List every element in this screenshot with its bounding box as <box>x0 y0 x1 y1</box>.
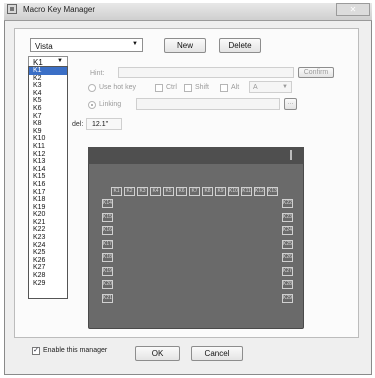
key-list-item[interactable]: K7 <box>29 113 67 121</box>
device-illustration <box>88 147 304 329</box>
ok-button[interactable]: OK <box>135 346 180 361</box>
use-hotkey-radio[interactable] <box>88 84 96 92</box>
window-title: Macro Key Manager <box>23 5 96 14</box>
device-key[interactable]: K25 <box>282 239 293 249</box>
app-icon <box>7 4 17 14</box>
key-list-item[interactable]: K3 <box>29 82 67 90</box>
device-key[interactable]: K2 <box>124 187 135 196</box>
profile-select-value: Vista <box>35 42 53 51</box>
device-key[interactable]: K19 <box>102 266 113 276</box>
key-list-item[interactable]: K27 <box>29 264 67 272</box>
device-key[interactable]: K20 <box>102 280 113 289</box>
chevron-down-icon: ▼ <box>57 58 63 64</box>
key-list-item[interactable]: K14 <box>29 166 67 174</box>
use-hotkey-label: Use hot key <box>99 84 136 91</box>
key-list-item[interactable]: K16 <box>29 181 67 189</box>
device-key[interactable]: K24 <box>282 226 293 235</box>
device-key[interactable]: K14 <box>102 199 113 208</box>
delete-button[interactable]: Delete <box>219 38 261 53</box>
shift-checkbox[interactable] <box>184 84 192 92</box>
key-list-item[interactable]: K20 <box>29 211 67 219</box>
key-list-item[interactable]: K21 <box>29 219 67 227</box>
key-list-item[interactable]: K15 <box>29 173 67 181</box>
key-list-item[interactable]: K29 <box>29 280 67 288</box>
new-button[interactable]: New <box>164 38 206 53</box>
key-list-item[interactable]: K22 <box>29 226 67 234</box>
profile-select[interactable]: Vista ▼ <box>30 38 143 52</box>
device-key[interactable]: K10 <box>228 187 239 196</box>
close-button[interactable]: ✕ <box>336 3 370 16</box>
device-key[interactable]: K11 <box>241 187 252 196</box>
key-list-item[interactable]: K11 <box>29 143 67 151</box>
device-top-bar <box>88 147 304 164</box>
key-list-item[interactable]: K26 <box>29 257 67 265</box>
linking-input[interactable] <box>136 98 280 110</box>
key-list-item[interactable]: K10 <box>29 135 67 143</box>
hotkey-key-select[interactable]: A ▼ <box>249 81 292 93</box>
hint-input[interactable] <box>118 67 294 78</box>
alt-checkbox[interactable] <box>220 84 228 92</box>
browse-button[interactable]: ... <box>284 98 297 110</box>
key-list-item[interactable]: K9 <box>29 128 67 136</box>
linking-label: Linking <box>99 101 122 108</box>
device-key[interactable]: K5 <box>163 187 174 196</box>
linking-radio[interactable] <box>88 101 96 109</box>
key-list-item[interactable]: K2 <box>29 75 67 83</box>
cancel-button[interactable]: Cancel <box>191 346 243 361</box>
shift-label: Shift <box>195 84 210 91</box>
key-list-item[interactable]: K4 <box>29 90 67 98</box>
key-list-item[interactable]: K24 <box>29 242 67 250</box>
device-key[interactable]: K21 <box>102 293 113 303</box>
device-key[interactable]: K17 <box>102 239 113 249</box>
device-key[interactable]: K18 <box>102 253 113 262</box>
key-list-item[interactable]: K8 <box>29 120 67 128</box>
device-key[interactable]: K12 <box>254 187 265 196</box>
key-list-item[interactable]: K25 <box>29 249 67 257</box>
device-key[interactable]: K27 <box>282 266 293 276</box>
key-list-item[interactable]: K23 <box>29 234 67 242</box>
enable-manager-label: Enable this manager <box>43 347 108 354</box>
key-list-item[interactable]: K6 <box>29 105 67 113</box>
key-list-item[interactable]: K17 <box>29 189 67 197</box>
key-list-item[interactable]: K13 <box>29 158 67 166</box>
checkmark-icon: ✓ <box>33 347 39 354</box>
key-list-item[interactable]: K18 <box>29 196 67 204</box>
chevron-down-icon: ▼ <box>132 41 138 47</box>
device-key[interactable]: K4 <box>150 187 161 196</box>
device-key[interactable]: K16 <box>102 226 113 235</box>
device-key[interactable]: K29 <box>282 293 293 303</box>
device-key[interactable]: K22 <box>282 199 293 208</box>
key-list-item[interactable]: K5 <box>29 97 67 105</box>
device-key[interactable]: K26 <box>282 253 293 262</box>
device-key[interactable]: K23 <box>282 212 293 222</box>
device-key[interactable]: K3 <box>137 187 148 196</box>
hotkey-key-value: A <box>253 84 258 91</box>
key-dropdown-list[interactable]: K1 K2 K3 K4 K5 K6 K7 K8 K9 K10 K11 K12 K13 K14 K15 K16 K… <box>28 66 68 299</box>
key-list-item[interactable]: K12 <box>29 151 67 159</box>
chevron-down-icon: ▼ <box>282 84 288 90</box>
hint-label: Hint: <box>90 70 105 77</box>
close-icon: ✕ <box>349 5 357 14</box>
device-indicator <box>290 150 292 160</box>
device-key[interactable]: K28 <box>282 280 293 289</box>
model-value: 12.1" <box>86 118 122 130</box>
ctrl-checkbox[interactable] <box>155 84 163 92</box>
device-key[interactable]: K13 <box>267 187 278 196</box>
enable-manager-checkbox[interactable]: ✓ <box>32 347 40 355</box>
device-key[interactable]: K15 <box>102 212 113 222</box>
device-key[interactable]: K1 <box>111 187 122 196</box>
device-key[interactable]: K8 <box>202 187 213 196</box>
key-list-item[interactable]: K28 <box>29 272 67 280</box>
confirm-button[interactable]: Confirm <box>298 67 334 78</box>
key-list-item[interactable]: K1 <box>29 67 67 75</box>
device-key[interactable]: K9 <box>215 187 226 196</box>
device-key[interactable]: K6 <box>176 187 187 196</box>
model-label: del: <box>72 121 84 128</box>
ctrl-label: Ctrl <box>166 84 177 91</box>
key-list-item[interactable]: K19 <box>29 204 67 212</box>
alt-label: Alt <box>231 84 240 91</box>
device-key[interactable]: K7 <box>189 187 200 196</box>
